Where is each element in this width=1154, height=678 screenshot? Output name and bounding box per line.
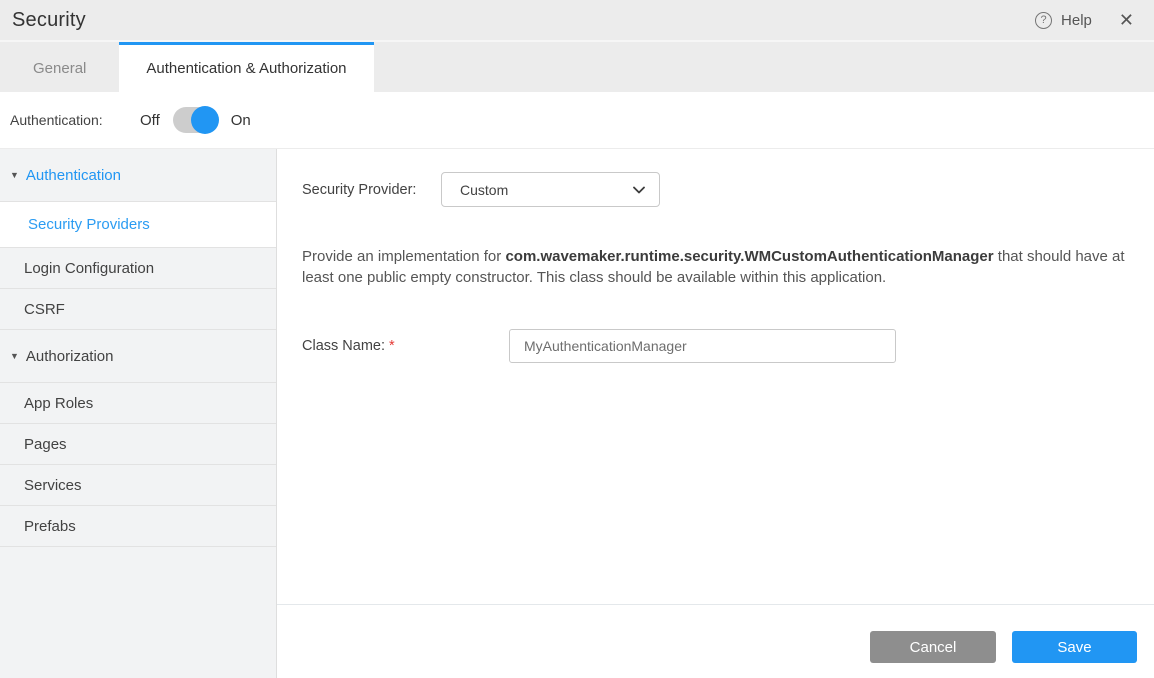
titlebar: Security ? Help ✕ [0,0,1154,42]
toggle-on-label: On [231,112,251,129]
sidebar-nav: ▼ Authentication Security Providers Logi… [0,149,277,678]
titlebar-actions: ? Help ✕ [1035,11,1134,29]
tab-bar: General Authentication & Authorization [0,42,1154,92]
sidebar-section-authentication[interactable]: ▼ Authentication [0,149,276,202]
authentication-toggle-row: Authentication: Off On [0,92,1154,148]
sidebar-item-csrf[interactable]: CSRF [0,289,276,330]
description-classname: com.wavemaker.runtime.security.WMCustomA… [505,248,993,265]
main-panel: Security Provider: Custom Provide an imp… [277,149,1154,678]
sidebar-section-authorization[interactable]: ▼ Authorization [0,330,276,383]
authentication-toggle-label: Authentication: [10,112,140,128]
save-button[interactable]: Save [1012,631,1137,663]
footer-actions: Cancel Save [870,631,1137,663]
sidebar-item-security-providers[interactable]: Security Providers [0,202,276,248]
security-dialog: Security ? Help ✕ General Authentication… [0,0,1154,678]
cancel-button[interactable]: Cancel [870,631,996,663]
footer-divider [277,604,1154,605]
class-name-row: Class Name:* [302,329,1137,363]
authentication-switch[interactable] [173,107,218,133]
security-provider-row: Security Provider: Custom [302,172,1137,207]
dialog-body: ▼ Authentication Security Providers Logi… [0,148,1154,678]
chevron-down-icon [633,186,645,194]
help-label: Help [1061,12,1092,29]
close-icon[interactable]: ✕ [1119,11,1134,29]
help-button[interactable]: ? Help [1035,12,1092,29]
page-title: Security [12,9,86,32]
provider-description: Provide an implementation for com.wavema… [302,246,1137,288]
triangle-down-icon: ▼ [10,170,19,180]
triangle-down-icon: ▼ [10,351,19,361]
help-icon: ? [1035,12,1052,29]
sidebar-item-pages[interactable]: Pages [0,424,276,465]
switch-knob [191,106,219,134]
sidebar-item-login-configuration[interactable]: Login Configuration [0,248,276,289]
sidebar-item-services[interactable]: Services [0,465,276,506]
security-provider-value: Custom [460,182,633,198]
sidebar-item-prefabs[interactable]: Prefabs [0,506,276,547]
class-name-input[interactable] [509,329,896,363]
class-name-label: Class Name:* [302,338,509,354]
toggle-off-label: Off [140,112,160,129]
security-provider-label: Security Provider: [302,182,441,198]
security-provider-select[interactable]: Custom [441,172,660,207]
description-text: Provide an implementation for [302,248,505,265]
tab-authentication-authorization[interactable]: Authentication & Authorization [119,42,373,92]
required-asterisk: * [389,338,395,354]
tab-general[interactable]: General [0,42,119,92]
sidebar-item-app-roles[interactable]: App Roles [0,383,276,424]
